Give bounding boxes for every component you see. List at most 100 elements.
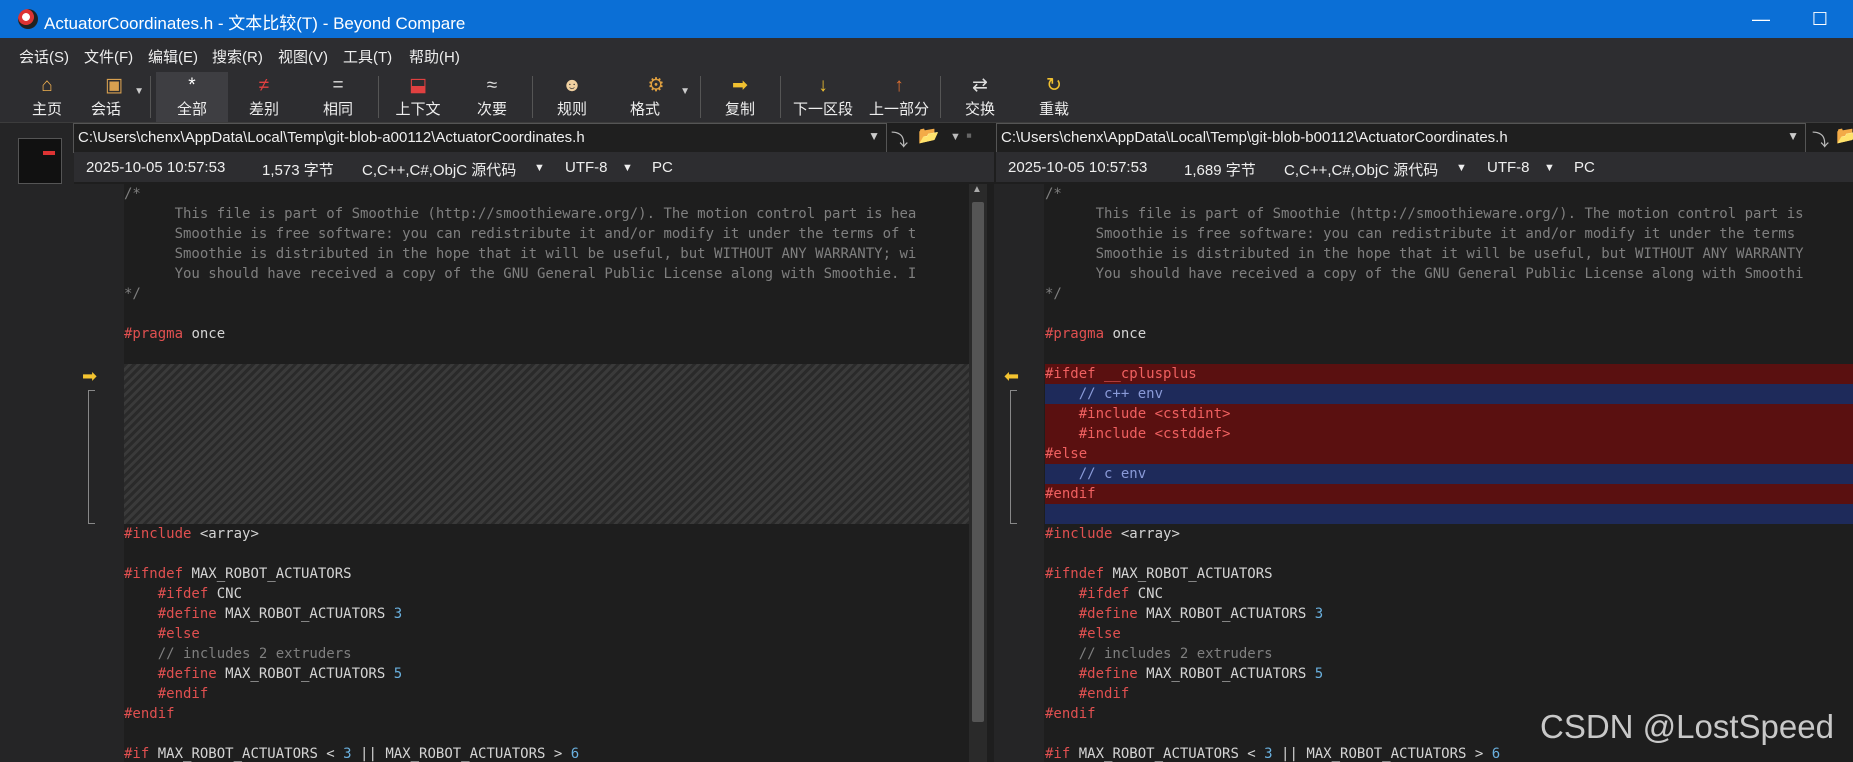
- chevron-down-icon[interactable]: ▼: [950, 131, 961, 143]
- approx-icon: ≈: [486, 75, 498, 96]
- prev-section-button[interactable]: ↑ 上一部分: [864, 72, 934, 122]
- home-button[interactable]: ⌂ 主页: [22, 72, 72, 122]
- diff-bracket: [1010, 390, 1017, 524]
- equals-icon: =: [332, 75, 344, 96]
- context-button[interactable]: ⬓ 上下文: [386, 72, 450, 122]
- right-pane-gutter: [994, 184, 1044, 762]
- toolbar-divider: [150, 76, 151, 118]
- toolbar: ⌂ 主页 ▣ 会话 ▼ * 全部 ≠ 差别 = 相同 ⬓ 上下文 ≈ 次要 ☻ …: [0, 72, 1853, 123]
- inserted-line: #include <cstddef>: [1045, 424, 1853, 444]
- chevron-down-icon[interactable]: ▼: [622, 162, 633, 174]
- right-folder-icon[interactable]: 📂: [1836, 126, 1853, 146]
- maximize-button[interactable]: ☐: [1800, 6, 1840, 32]
- scrollbar-thumb[interactable]: [972, 202, 984, 722]
- code-line: #if MAX_ROBOT_ACTUATORS < 3 || MAX_ROBOT…: [1045, 746, 1501, 762]
- copy-to-right-arrow-icon[interactable]: ⬅: [1004, 366, 1019, 387]
- right-text-pane[interactable]: /* This file is part of Smoothie (http:/…: [1045, 184, 1853, 762]
- left-vertical-scrollbar[interactable]: ▲: [969, 184, 987, 762]
- overview-thumbnail[interactable]: [18, 138, 62, 184]
- left-path-field[interactable]: C:\Users\chenx\AppData\Local\Temp\git-bl…: [73, 123, 887, 153]
- inserted-line: #else: [1045, 444, 1853, 464]
- code-line: #ifndef MAX_ROBOT_ACTUATORS: [1045, 566, 1273, 582]
- not-equal-icon: ≠: [258, 75, 270, 96]
- right-file-size: 1,689 字节: [1184, 162, 1256, 179]
- window-title: ActuatorCoordinates.h - 文本比较(T) - Beyond…: [44, 14, 466, 33]
- beyond-compare-app-icon: [18, 9, 38, 29]
- inserted-line: #ifdef __cplusplus: [1045, 364, 1853, 384]
- toolbar-divider: [700, 76, 701, 118]
- inserted-line: // c env: [1045, 464, 1853, 484]
- show-same-button[interactable]: = 相同: [310, 72, 366, 122]
- menu-help[interactable]: 帮助(H): [409, 46, 460, 67]
- swap-icon: ⇄: [972, 75, 988, 96]
- code-line: #endif: [1045, 686, 1130, 702]
- code-line: // includes 2 extruders: [1045, 646, 1273, 662]
- diff-bracket: [88, 390, 95, 524]
- referee-icon: ☻: [562, 75, 582, 96]
- show-diffs-button[interactable]: ≠ 差别: [236, 72, 292, 122]
- asterisk-icon: *: [188, 75, 196, 96]
- code-line: #pragma once: [124, 326, 226, 342]
- left-lineend-label[interactable]: PC: [652, 159, 673, 176]
- chevron-down-icon[interactable]: ▼: [1544, 162, 1555, 174]
- left-folder-icon[interactable]: 📂: [918, 126, 939, 146]
- menu-session[interactable]: 会话(S): [19, 46, 69, 67]
- inserted-line: #endif: [1045, 484, 1853, 504]
- inserted-line: // c++ env: [1045, 384, 1853, 404]
- chevron-down-icon[interactable]: ▼: [1456, 162, 1467, 174]
- inserted-line: #include <cstdint>: [1045, 404, 1853, 424]
- code-line: This file is part of Smoothie (http://sm…: [1045, 206, 1804, 222]
- toolbar-divider: [378, 76, 379, 118]
- right-path-field[interactable]: C:\Users\chenx\AppData\Local\Temp\git-bl…: [996, 123, 1806, 153]
- missing-lines-block: [124, 364, 969, 524]
- minimize-button[interactable]: —: [1741, 6, 1781, 32]
- next-section-button[interactable]: ↓ 下一区段: [788, 72, 858, 122]
- left-open-history-icon[interactable]: ⤵: [891, 126, 908, 151]
- code-line: #define MAX_ROBOT_ACTUATORS 3: [1045, 606, 1324, 622]
- diff-marker: [43, 151, 55, 155]
- menu-tools[interactable]: 工具(T): [343, 46, 392, 67]
- code-line: #ifndef MAX_ROBOT_ACTUATORS: [124, 566, 352, 582]
- left-info-bar: 2025-10-05 10:57:53 1,573 字节 C,C++,C#,Ob…: [74, 152, 994, 182]
- overview-gutter: [0, 123, 74, 762]
- chevron-down-icon[interactable]: ▼: [534, 162, 545, 174]
- right-open-history-icon[interactable]: ⤵: [1812, 126, 1829, 151]
- copy-button[interactable]: ➡ 复制: [712, 72, 768, 122]
- right-encoding-select[interactable]: UTF-8: [1487, 159, 1530, 176]
- reload-icon: ↻: [1046, 75, 1062, 96]
- left-file-size: 1,573 字节: [262, 162, 334, 179]
- menu-edit[interactable]: 编辑(E): [148, 46, 198, 67]
- code-line: #define MAX_ROBOT_ACTUATORS 5: [124, 666, 403, 682]
- left-text-pane[interactable]: /* This file is part of Smoothie (http:/…: [124, 184, 969, 762]
- chevron-down-icon[interactable]: ▼: [134, 86, 144, 97]
- rules-button[interactable]: ☻ 规则: [546, 72, 598, 122]
- code-line: #pragma once: [1045, 326, 1147, 342]
- right-path-text: C:\Users\chenx\AppData\Local\Temp\git-bl…: [1001, 129, 1508, 146]
- format-button[interactable]: ⚙ 格式 ▼: [620, 72, 692, 122]
- code-line: Smoothie is distributed in the hope that…: [1045, 246, 1804, 262]
- left-encoding-select[interactable]: UTF-8: [565, 159, 608, 176]
- swap-button[interactable]: ⇄ 交换: [954, 72, 1006, 122]
- session-button[interactable]: ▣ 会话 ▼: [82, 72, 146, 122]
- reload-button[interactable]: ↻ 重载: [1028, 72, 1080, 122]
- chevron-down-icon[interactable]: ▼: [1787, 129, 1799, 143]
- code-line: */: [124, 286, 141, 302]
- code-line: #define MAX_ROBOT_ACTUATORS 5: [1045, 666, 1324, 682]
- code-line: #else: [1045, 626, 1121, 642]
- scroll-up-icon[interactable]: ▲: [972, 184, 982, 195]
- toolbar-divider: [780, 76, 781, 118]
- left-save-icon[interactable]: ▪: [966, 126, 972, 146]
- left-format-select[interactable]: C,C++,C#,ObjC 源代码: [362, 159, 516, 180]
- chevron-down-icon[interactable]: ▼: [680, 86, 690, 97]
- menu-view[interactable]: 视图(V): [278, 46, 328, 67]
- right-lineend-label[interactable]: PC: [1574, 159, 1595, 176]
- code-line: You should have received a copy of the G…: [1045, 266, 1804, 282]
- right-format-select[interactable]: C,C++,C#,ObjC 源代码: [1284, 159, 1438, 180]
- show-all-button[interactable]: * 全部: [156, 72, 228, 122]
- minor-button[interactable]: ≈ 次要: [462, 72, 522, 122]
- context-icon: ⬓: [409, 75, 427, 96]
- chevron-down-icon[interactable]: ▼: [868, 129, 880, 143]
- menu-file[interactable]: 文件(F): [84, 46, 133, 67]
- copy-to-left-arrow-icon[interactable]: ➡: [82, 366, 97, 387]
- menu-search[interactable]: 搜索(R): [212, 46, 263, 67]
